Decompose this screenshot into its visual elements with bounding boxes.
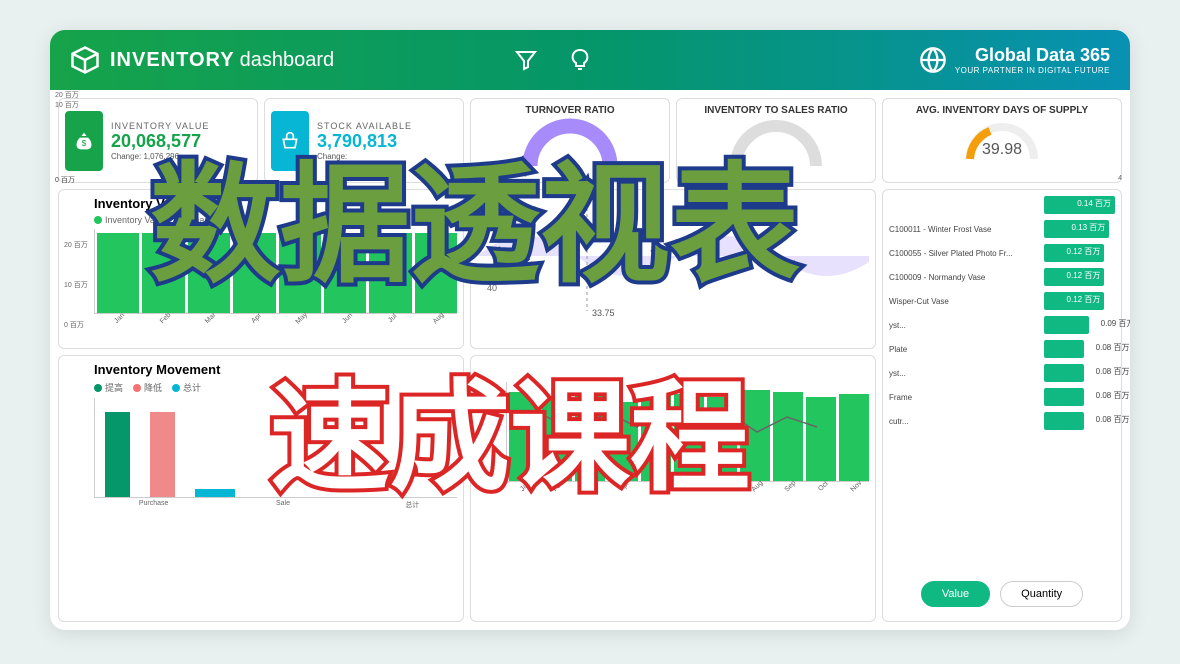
kpi-change: Change: 1,076,296 — [111, 152, 209, 161]
hbar-label: yst... — [889, 369, 1039, 378]
chart-inventory-over-time: Inventory Value O Inventory Value Change… — [58, 189, 464, 349]
y-tick: 20 百万 — [55, 90, 79, 100]
legend-item: 总计 — [183, 381, 201, 394]
hbar-value: 0.12 百万 — [1067, 270, 1101, 281]
gauge-chart — [726, 116, 826, 171]
hbar-value: 0.08 百万 — [1096, 414, 1130, 425]
gauge-value: 39.98 — [962, 141, 1042, 159]
y-tick: 0 百万 — [55, 175, 75, 185]
bar-chart — [506, 382, 869, 482]
hbar-value: 0.08 百万 — [1096, 366, 1130, 377]
hbar-value: 0.08 百万 — [1096, 342, 1130, 353]
bar-chart — [94, 398, 457, 498]
hbar-row: yst...0.09 百万 — [889, 316, 1115, 334]
toggle-value[interactable]: Value — [921, 581, 990, 607]
hbar-row: Plate0.08 百万 — [889, 340, 1115, 358]
kpi-value: 20,068,577 — [111, 131, 209, 152]
x-axis: PurchaseSale总计 — [94, 500, 457, 510]
hbar-row: 0.14 百万 — [889, 196, 1115, 214]
hbar-value: 0.12 百万 — [1067, 246, 1101, 257]
y-tick-right: 4 — [1118, 175, 1122, 182]
hbar-label: Plate — [889, 345, 1039, 354]
hbar-label: C100009 - Normandy Vase — [889, 273, 1039, 282]
legend-item: 降低 — [144, 381, 162, 394]
dashboard-panel: INVENTORY dashboard Global Data 365 YOUR… — [50, 30, 1130, 630]
kpi-label: INVENTORY VALUE — [111, 121, 209, 131]
hbar-value: 0.12 百万 — [1067, 294, 1101, 305]
kpi-label: INVENTORY TO SALES RATIO — [704, 105, 847, 116]
hbar-row: C100009 - Normandy Vase 0.12 百万 — [889, 268, 1115, 286]
brand-title: Global Data 365 — [955, 45, 1110, 66]
line-chart: 40 33.75 — [477, 196, 869, 326]
x-axis: JanFebMarAprMayJunJulAugSepOctNov — [506, 484, 869, 491]
money-bag-icon: $ — [65, 111, 103, 171]
y-tick: 10 百万 — [64, 280, 88, 290]
chart-title: Inventory Movement — [94, 362, 457, 377]
y-tick: 0 百万 — [64, 320, 84, 330]
hbar-label: yst... — [889, 321, 1039, 330]
legend: Inventory Value Change — [94, 215, 457, 225]
hbar-row: C100055 - Silver Plated Photo Fr... 0.12 … — [889, 244, 1115, 262]
hbar-label: C100011 - Winter Frost Vase — [889, 225, 1039, 234]
kpi-label: TURNOVER RATIO — [525, 105, 614, 116]
y-tick: 20 百万 — [64, 240, 88, 250]
hbar-row: Wisper-Cut Vase 0.12 百万 — [889, 292, 1115, 310]
basket-icon — [271, 111, 309, 171]
hbar-label: Frame — [889, 393, 1039, 402]
gauge-chart — [520, 116, 620, 171]
y-tick: 10 百万 — [55, 100, 79, 110]
hbar-label: C100055 - Silver Plated Photo Fr... — [889, 249, 1039, 258]
header: INVENTORY dashboard Global Data 365 YOUR… — [50, 30, 1130, 90]
kpi-sales-ratio: INVENTORY TO SALES RATIO — [676, 98, 876, 183]
hbar-label: cutr... — [889, 417, 1039, 426]
toggle-quantity[interactable]: Quantity — [1000, 581, 1083, 607]
hbar-value: 0.08 百万 — [1096, 390, 1130, 401]
content: $ INVENTORY VALUE 20,068,577 Change: 1,0… — [50, 90, 1130, 630]
kpi-stock-available: STOCK AVAILABLE 3,790,813 Change: — [264, 98, 464, 183]
hbar-value: 0.09 百万 — [1101, 318, 1130, 329]
kpi-change: Change: — [317, 152, 412, 161]
hbar-row: C100011 - Winter Frost Vase 0.13 百万 — [889, 220, 1115, 238]
bar-chart — [94, 229, 457, 314]
toggle-group: Value Quantity — [889, 573, 1115, 615]
kpi-days-supply: AVG. INVENTORY DAYS OF SUPPLY 39.98 — [882, 98, 1122, 183]
bulb-icon[interactable] — [568, 48, 592, 72]
chart-inventory-movement: Inventory Movement 提高 降低 总计 10 百万 0 百万 P… — [58, 355, 464, 622]
kpi-value: 3,790,813 — [317, 131, 412, 152]
kpi-label: AVG. INVENTORY DAYS OF SUPPLY — [916, 105, 1088, 116]
legend-item: 提高 — [105, 381, 123, 394]
hbar-list: 0.14 百万 C100011 - Winter Frost Vase 0.13 百… — [889, 196, 1115, 436]
hbar-value: 0.14 百万 — [1077, 198, 1111, 209]
box-icon — [70, 45, 100, 75]
legend: 提高 降低 总计 — [94, 381, 457, 394]
hbar-label: Wisper-Cut Vase — [889, 297, 1039, 306]
filter-icon[interactable] — [514, 48, 538, 72]
hbar-row: cutr...0.08 百万 — [889, 412, 1115, 430]
title-bold: INVENTORY — [110, 49, 235, 72]
brand-sub: YOUR PARTNER IN DIGITAL FUTURE — [955, 66, 1110, 75]
chart-top-products: 0.14 百万 C100011 - Winter Frost Vase 0.13 百… — [882, 189, 1122, 622]
legend-item: Change — [188, 215, 220, 225]
brand: Global Data 365 YOUR PARTNER IN DIGITAL … — [919, 45, 1110, 75]
title-light: dashboard — [240, 49, 335, 72]
legend-item: Inventory Value — [105, 215, 167, 225]
y-tick: 40 — [487, 283, 497, 293]
globe-icon — [919, 46, 947, 74]
chart-title: Inventory Value O — [94, 196, 457, 211]
line-overlay — [507, 382, 869, 481]
hbar-value: 0.13 百万 — [1072, 222, 1106, 233]
kpi-label: STOCK AVAILABLE — [317, 121, 412, 131]
hbar-row: Frame0.08 百万 — [889, 388, 1115, 406]
hbar-row: yst...0.08 百万 — [889, 364, 1115, 382]
svg-text:$: $ — [82, 138, 87, 148]
x-axis: JanFebMarAprMayJunJulAug — [94, 316, 457, 323]
chart-combo: 20 百万 0 百万 4 JanFebMarAprMayJunJulAugSep… — [470, 355, 876, 622]
chart-turnover-line: 40 33.75 — [470, 189, 876, 349]
kpi-turnover: TURNOVER RATIO — [470, 98, 670, 183]
callout: 33.75 — [592, 308, 615, 318]
kpi-inventory-value: $ INVENTORY VALUE 20,068,577 Change: 1,0… — [58, 98, 258, 183]
